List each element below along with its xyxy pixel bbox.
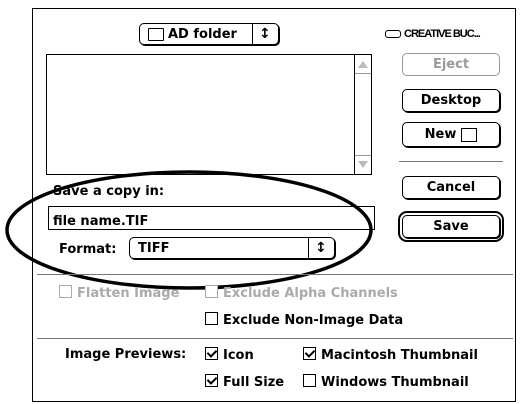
eject-label: Eject [432, 57, 470, 72]
folder-popup[interactable]: AD folder ↕ [139, 23, 279, 45]
mac-thumbnail-label: Macintosh Thumbnail [321, 348, 478, 363]
exclude-non-image-label: Exclude Non-Image Data [223, 313, 404, 328]
mac-thumbnail-option[interactable]: Macintosh Thumbnail [303, 347, 478, 363]
save-a-copy-dialog: AD folder ↕ CREATIVE BUC... Eject Deskto… [5, 8, 516, 402]
flatten-image-checkbox[interactable] [59, 285, 72, 298]
volume-label: CREATIVE BUC... [404, 28, 481, 40]
windows-thumbnail-checkbox[interactable] [303, 374, 316, 387]
filename-value: file name.TIF [53, 214, 149, 229]
windows-thumbnail-option[interactable]: Windows Thumbnail [303, 374, 469, 390]
save-label: Save [433, 219, 469, 234]
filename-field[interactable]: file name.TIF [48, 206, 375, 230]
full-size-label: Full Size [223, 375, 285, 390]
exclude-alpha-label: Exclude Alpha Channels [223, 286, 398, 301]
new-label: New [424, 127, 457, 142]
cancel-button[interactable]: Cancel [402, 176, 500, 199]
new-folder-button[interactable]: New [402, 122, 500, 147]
icon-preview-checkbox[interactable] [205, 347, 218, 360]
format-popup[interactable]: TIFF ↕ [129, 237, 335, 259]
format-value: TIFF [138, 241, 170, 256]
full-size-option[interactable]: Full Size [205, 374, 284, 390]
save-prompt-label: Save a copy in: [53, 184, 165, 199]
eject-button[interactable]: Eject [402, 53, 500, 76]
cancel-label: Cancel [426, 180, 476, 195]
exclude-non-image-option[interactable]: Exclude Non-Image Data [205, 312, 403, 328]
format-arrows-icon: ↕ [315, 240, 327, 256]
exclude-non-image-checkbox[interactable] [205, 312, 218, 325]
exclude-alpha-checkbox[interactable] [205, 285, 218, 298]
mac-thumbnail-checkbox[interactable] [303, 347, 316, 360]
volume-indicator: CREATIVE BUC... [385, 26, 513, 42]
drive-icon [385, 30, 401, 38]
exclude-alpha-option[interactable]: Exclude Alpha Channels [205, 285, 398, 301]
desktop-button[interactable]: Desktop [402, 89, 500, 112]
icon-preview-label: Icon [223, 348, 254, 363]
flatten-image-option[interactable]: Flatten Image [59, 285, 179, 301]
popup-arrows-icon: ↕ [259, 26, 271, 42]
icon-preview-option[interactable]: Icon [205, 347, 254, 363]
folder-icon [148, 28, 164, 41]
scroll-down-arrow-icon[interactable] [358, 161, 368, 168]
windows-thumbnail-label: Windows Thumbnail [321, 375, 469, 390]
scroll-up-arrow-icon[interactable] [358, 61, 368, 68]
new-folder-icon [461, 127, 478, 142]
format-label: Format: [59, 242, 117, 257]
file-list-scrollbar[interactable] [354, 55, 371, 174]
flatten-image-label: Flatten Image [77, 286, 180, 301]
save-button[interactable]: Save [398, 211, 504, 242]
file-list[interactable] [46, 54, 372, 175]
full-size-checkbox[interactable] [205, 374, 218, 387]
folder-popup-label: AD folder [168, 27, 237, 42]
desktop-label: Desktop [420, 93, 482, 108]
image-previews-label: Image Previews: [65, 347, 187, 362]
